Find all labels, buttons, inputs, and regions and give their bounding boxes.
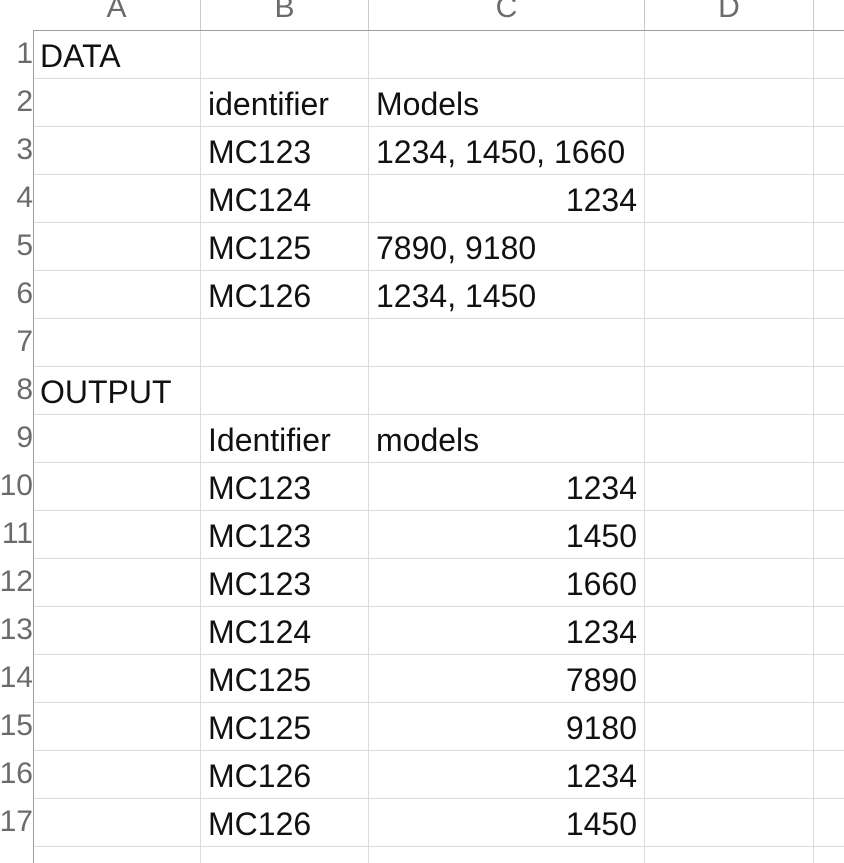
cell-b12[interactable]: MC123: [201, 559, 368, 607]
cell-c6[interactable]: 1234, 1450: [369, 271, 644, 319]
row-header-9[interactable]: 9: [0, 414, 33, 462]
row-header-3[interactable]: 3: [0, 126, 33, 174]
cell-b16[interactable]: MC126: [201, 751, 368, 799]
grid-line: [813, 30, 814, 863]
cell-c15[interactable]: 9180: [369, 703, 644, 751]
cell-b6[interactable]: MC126: [201, 271, 368, 319]
cell-c12[interactable]: 1660: [369, 559, 644, 607]
row-header-16[interactable]: 16: [0, 750, 33, 798]
cell-b17[interactable]: MC126: [201, 799, 368, 847]
row-header-4[interactable]: 4: [0, 174, 33, 222]
row-header-11[interactable]: 11: [0, 510, 33, 558]
cell-c2[interactable]: Models: [369, 79, 644, 127]
column-header-e[interactable]: [814, 0, 844, 30]
column-header-c[interactable]: C: [369, 0, 645, 30]
cell-b11[interactable]: MC123: [201, 511, 368, 559]
row-header-17[interactable]: 17: [0, 798, 33, 846]
column-header-b[interactable]: B: [201, 0, 369, 30]
cell-b3[interactable]: MC123: [201, 127, 368, 175]
row-header-5[interactable]: 5: [0, 222, 33, 270]
row-header-15[interactable]: 15: [0, 702, 33, 750]
cell-b15[interactable]: MC125: [201, 703, 368, 751]
column-header-bar: A B C D: [0, 0, 844, 31]
row-header-2[interactable]: 2: [0, 78, 33, 126]
cell-c3[interactable]: 1234, 1450, 1660: [369, 127, 644, 175]
grid-line: [644, 30, 645, 863]
cell-b10[interactable]: MC123: [201, 463, 368, 511]
cell-c4[interactable]: 1234: [369, 175, 644, 223]
cell-c11[interactable]: 1450: [369, 511, 644, 559]
cell-b2[interactable]: identifier: [201, 79, 368, 127]
cell-a8[interactable]: OUTPUT: [33, 367, 200, 415]
cell-b9[interactable]: Identifier: [201, 415, 368, 463]
cell-b5[interactable]: MC125: [201, 223, 368, 271]
spreadsheet-grid: A B C D 1 2 3 4 5 6 7 8 9 10 11 12 13 14…: [0, 0, 844, 863]
cell-c5[interactable]: 7890, 9180: [369, 223, 644, 271]
cell-c17[interactable]: 1450: [369, 799, 644, 847]
row-header-14[interactable]: 14: [0, 654, 33, 702]
row-header-6[interactable]: 6: [0, 270, 33, 318]
column-header-a[interactable]: A: [33, 0, 201, 30]
cell-a1[interactable]: DATA: [33, 31, 200, 79]
cell-b14[interactable]: MC125: [201, 655, 368, 703]
column-header-d[interactable]: D: [645, 0, 814, 30]
cell-c14[interactable]: 7890: [369, 655, 644, 703]
cell-c10[interactable]: 1234: [369, 463, 644, 511]
row-header-1[interactable]: 1: [0, 30, 33, 78]
cell-b4[interactable]: MC124: [201, 175, 368, 223]
cell-c16[interactable]: 1234: [369, 751, 644, 799]
cell-c13[interactable]: 1234: [369, 607, 644, 655]
row-header-8[interactable]: 8: [0, 366, 33, 414]
row-header-13[interactable]: 13: [0, 606, 33, 654]
cell-c9[interactable]: models: [369, 415, 644, 463]
cell-b13[interactable]: MC124: [201, 607, 368, 655]
row-header-12[interactable]: 12: [0, 558, 33, 606]
row-header-bar: 1 2 3 4 5 6 7 8 9 10 11 12 13 14 15 16 1…: [0, 30, 34, 863]
row-header-7[interactable]: 7: [0, 318, 33, 366]
row-header-10[interactable]: 10: [0, 462, 33, 510]
